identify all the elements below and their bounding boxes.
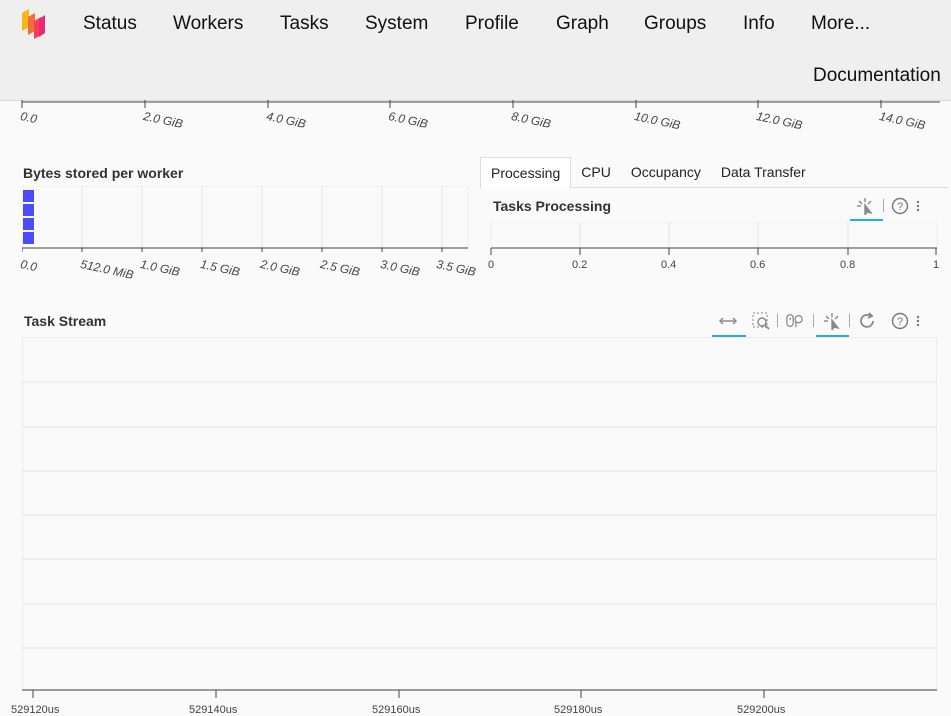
- nav-more[interactable]: More...: [811, 13, 870, 35]
- processing-tabs: Processing CPU Occupancy Data Transfer: [480, 157, 948, 189]
- task-stream-tick-label: 529180us: [554, 704, 603, 716]
- memory-tick-label: 12.0 GiB: [755, 109, 804, 133]
- more-icon[interactable]: [914, 197, 922, 215]
- processing-tick-label: 0.2: [572, 259, 588, 271]
- help-icon[interactable]: ?: [891, 197, 909, 215]
- bytes-tick-label: 512.0 MiB: [79, 257, 135, 282]
- bytes-stored-title: Bytes stored per worker: [23, 165, 184, 181]
- box-zoom-icon[interactable]: [752, 312, 770, 330]
- tasks-processing-plot[interactable]: [490, 222, 940, 258]
- bytes-tick-label: 2.0 GiB: [259, 257, 302, 280]
- toolbar-separator: [883, 199, 884, 212]
- wheel-zoom-icon[interactable]: [786, 312, 804, 330]
- nav-info[interactable]: Info: [743, 13, 775, 35]
- top-navbar: Status Workers Tasks System Profile Grap…: [0, 0, 951, 101]
- processing-tick-label: 0.6: [750, 259, 766, 271]
- processing-tick-label: 0: [488, 259, 495, 271]
- tasks-processing-title: Tasks Processing: [493, 198, 612, 214]
- bytes-stored-plot[interactable]: [22, 186, 472, 252]
- memory-tick-label: 2.0 GiB: [142, 109, 185, 132]
- nav-profile[interactable]: Profile: [465, 13, 519, 35]
- more-icon[interactable]: [914, 312, 922, 330]
- memory-tick-label: 10.0 GiB: [633, 109, 682, 133]
- memory-tick-label: 0.0: [19, 109, 39, 127]
- memory-tick-label: 14.0 GiB: [878, 109, 927, 133]
- nav-tasks[interactable]: Tasks: [280, 13, 329, 35]
- bytes-tick-label: 1.0 GiB: [139, 257, 182, 280]
- tap-icon[interactable]: [823, 312, 841, 330]
- toolbar-separator: [813, 314, 814, 327]
- task-stream-tick-label: 529160us: [372, 704, 421, 716]
- bytes-tick-label: 2.5 GiB: [319, 257, 362, 280]
- bytes-tick-label: 0.0: [19, 257, 39, 275]
- memory-tick-label: 8.0 GiB: [510, 109, 553, 132]
- processing-tick-label: 1: [933, 259, 940, 271]
- pan-icon[interactable]: [719, 312, 737, 330]
- tap-active-indicator: [850, 219, 883, 221]
- task-stream-title: Task Stream: [24, 313, 107, 329]
- tab-data-transfer[interactable]: Data Transfer: [711, 157, 816, 187]
- task-stream-tick-label: 529120us: [11, 704, 60, 716]
- processing-tick-label: 0.8: [840, 259, 856, 271]
- nav-graph[interactable]: Graph: [556, 13, 609, 35]
- toolbar-separator: [777, 314, 778, 327]
- reset-icon[interactable]: [858, 312, 876, 330]
- memory-tick-label: 6.0 GiB: [387, 109, 430, 132]
- tab-processing[interactable]: Processing: [480, 157, 572, 189]
- nav-system[interactable]: System: [365, 13, 428, 35]
- nav-workers[interactable]: Workers: [173, 13, 243, 35]
- bytes-tick-label: 3.0 GiB: [379, 257, 422, 280]
- tap-icon[interactable]: [856, 197, 874, 215]
- tab-cpu[interactable]: CPU: [571, 157, 621, 187]
- nav-status[interactable]: Status: [83, 13, 137, 35]
- nav-groups[interactable]: Groups: [644, 13, 706, 35]
- task-stream-plot[interactable]: [22, 337, 940, 701]
- tab-occupancy[interactable]: Occupancy: [621, 157, 711, 187]
- memory-tick-label: 4.0 GiB: [265, 109, 308, 132]
- dask-logo-icon[interactable]: [19, 9, 47, 39]
- toolbar-separator: [849, 314, 850, 327]
- memory-axis-ticks: [21, 100, 940, 108]
- help-icon[interactable]: ?: [891, 312, 909, 330]
- nav-documentation[interactable]: Documentation: [813, 65, 941, 87]
- svg-text:?: ?: [897, 316, 903, 328]
- svg-text:?: ?: [897, 201, 903, 213]
- bytes-tick-label: 3.5 GiB: [435, 257, 478, 280]
- bytes-tick-label: 1.5 GiB: [199, 257, 242, 280]
- task-stream-tick-label: 529140us: [189, 704, 238, 716]
- task-stream-tick-label: 529200us: [737, 704, 786, 716]
- processing-tick-label: 0.4: [661, 259, 677, 271]
